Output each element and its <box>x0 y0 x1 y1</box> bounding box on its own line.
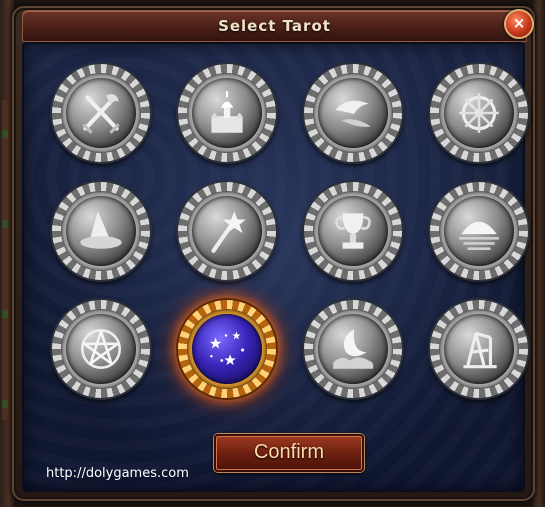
tarot-card-6[interactable] <box>178 182 276 280</box>
tarot-card-11[interactable] <box>304 300 402 398</box>
trophy-cup-icon <box>335 213 371 249</box>
wizard-hat-icon <box>80 211 122 249</box>
tarot-card-4[interactable] <box>430 64 528 162</box>
tarot-card-7[interactable] <box>304 182 402 280</box>
tarot-card-9[interactable] <box>52 300 150 398</box>
close-button[interactable]: × <box>504 9 534 39</box>
dialog-title-bar: Select Tarot × <box>22 9 534 42</box>
card-face <box>444 314 514 384</box>
dharma-wheel-icon <box>459 93 499 133</box>
card-face <box>318 196 388 266</box>
card-face <box>192 314 262 384</box>
card-face <box>192 78 262 148</box>
card-face <box>318 78 388 148</box>
card-face <box>444 196 514 266</box>
crossed-swords-icon <box>82 94 120 134</box>
tarot-card-10[interactable] <box>178 300 276 398</box>
cloth-scroll-icon <box>335 100 371 127</box>
tarot-card-3[interactable] <box>304 64 402 162</box>
tarot-panel: Confirm http://dolygames.com <box>22 42 528 492</box>
tarot-card-1[interactable] <box>52 64 150 162</box>
select-tarot-dialog: Select Tarot × Confirm http://dolygames.… <box>12 6 535 501</box>
tarot-card-8[interactable] <box>430 182 528 280</box>
tower-ruin-icon <box>463 331 497 369</box>
card-face <box>66 314 136 384</box>
sunset-icon <box>459 221 499 250</box>
confirm-button[interactable]: Confirm <box>214 434 364 472</box>
castle-icon <box>211 91 243 133</box>
card-face <box>318 314 388 384</box>
pentacle-icon <box>80 328 122 370</box>
card-face <box>444 78 514 148</box>
tarot-card-12[interactable] <box>430 300 528 398</box>
star-orb-icon <box>209 331 245 366</box>
tarot-card-5[interactable] <box>52 182 150 280</box>
crescent-moon-icon <box>333 329 374 369</box>
card-face <box>192 196 262 266</box>
dialog-title: Select Tarot <box>218 17 331 35</box>
magic-staff-icon <box>211 211 246 253</box>
watermark-url: http://dolygames.com <box>46 466 189 481</box>
background-decoration <box>2 100 8 420</box>
card-face <box>66 78 136 148</box>
tarot-card-2[interactable] <box>178 64 276 162</box>
card-face <box>66 196 136 266</box>
